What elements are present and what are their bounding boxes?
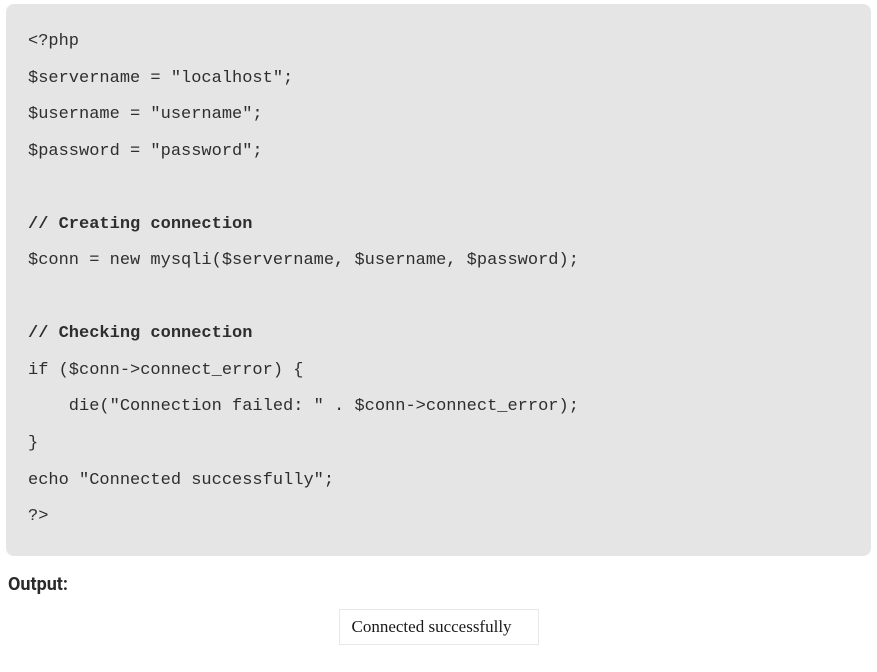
code-block: <?php$servername = "localhost";$username… [6, 4, 871, 556]
output-label: Output: [8, 574, 877, 595]
code-line: if ($conn->connect_error) { [28, 353, 849, 390]
code-line: $conn = new mysqli($servername, $usernam… [28, 243, 849, 280]
code-line: $servername = "localhost"; [28, 61, 849, 98]
code-line: <?php [28, 24, 849, 61]
code-line: die("Connection failed: " . $conn->conne… [28, 389, 849, 426]
output-result-box: Connected successfully [339, 609, 539, 645]
code-line [28, 280, 849, 317]
code-line [28, 170, 849, 207]
code-line: } [28, 426, 849, 463]
code-line: // Checking connection [28, 316, 849, 353]
code-line: // Creating connection [28, 207, 849, 244]
code-line: echo "Connected successfully"; [28, 463, 849, 500]
code-line: ?> [28, 499, 849, 536]
code-line: $password = "password"; [28, 134, 849, 171]
code-line: $username = "username"; [28, 97, 849, 134]
